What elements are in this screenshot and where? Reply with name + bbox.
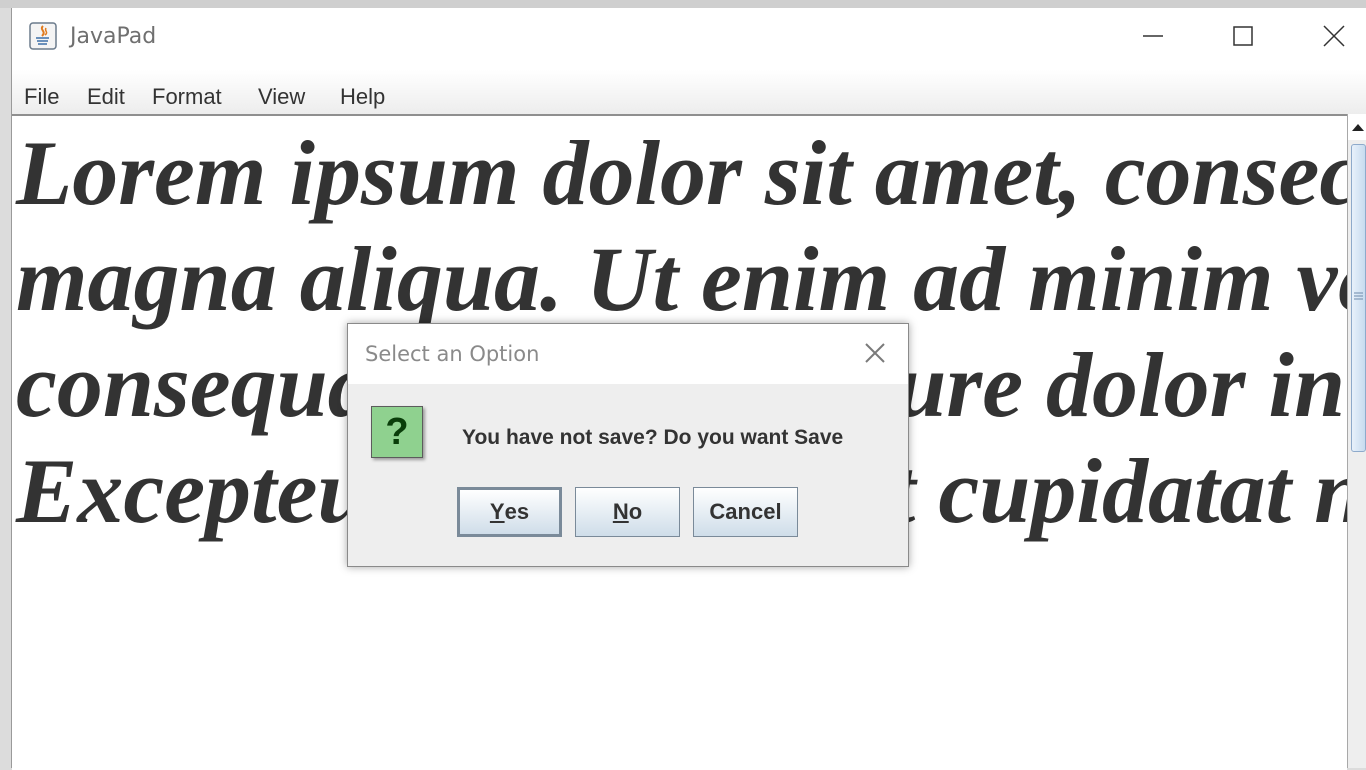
maximize-icon — [1233, 26, 1253, 46]
minimize-button[interactable] — [1130, 18, 1176, 54]
cancel-button[interactable]: Cancel — [693, 487, 798, 537]
close-icon — [1323, 25, 1345, 47]
confirm-dialog: Select an Option ? You have not save? Do… — [347, 323, 909, 567]
desktop-background — [0, 0, 1366, 8]
dialog-close-icon[interactable] — [862, 340, 888, 366]
maximize-button[interactable] — [1220, 18, 1266, 54]
no-label-rest: o — [628, 499, 643, 524]
no-mnemonic: N — [612, 499, 629, 524]
scroll-up-button[interactable] — [1348, 114, 1366, 140]
menu-view[interactable]: View — [258, 84, 305, 110]
close-button[interactable] — [1311, 18, 1357, 54]
question-glyph: ? — [385, 410, 409, 453]
yes-mnemonic: Y — [489, 499, 505, 524]
menu-bar: File Edit Format View Help — [12, 70, 1366, 117]
no-button[interactable]: No — [575, 487, 680, 537]
menu-format[interactable]: Format — [152, 84, 222, 110]
menu-edit[interactable]: Edit — [87, 84, 125, 110]
menu-file[interactable]: File — [24, 84, 59, 110]
editor-line: Lorem ipsum dolor sit amet, consectetur … — [16, 122, 1347, 224]
grip-icon — [1354, 292, 1363, 300]
minimize-icon — [1143, 35, 1163, 37]
dialog-message: You have not save? Do you want Save — [462, 426, 844, 449]
yes-label-rest: es — [504, 499, 530, 524]
yes-button[interactable]: Yes — [457, 487, 562, 537]
dialog-title: Select an Option — [365, 342, 540, 366]
vertical-scrollbar[interactable] — [1347, 114, 1366, 768]
menu-help[interactable]: Help — [340, 84, 385, 110]
editor-line: magna aliqua. Ut enim ad minim veniam, q… — [16, 228, 1347, 330]
scroll-up-arrow-icon — [1352, 124, 1364, 131]
java-app-icon — [29, 22, 57, 50]
window-titlebar[interactable]: JavaPad — [12, 8, 1366, 66]
scroll-thumb[interactable] — [1351, 144, 1366, 452]
dialog-titlebar[interactable]: Select an Option — [348, 324, 908, 384]
window-title: JavaPad — [70, 24, 157, 49]
question-icon: ? — [371, 406, 423, 458]
